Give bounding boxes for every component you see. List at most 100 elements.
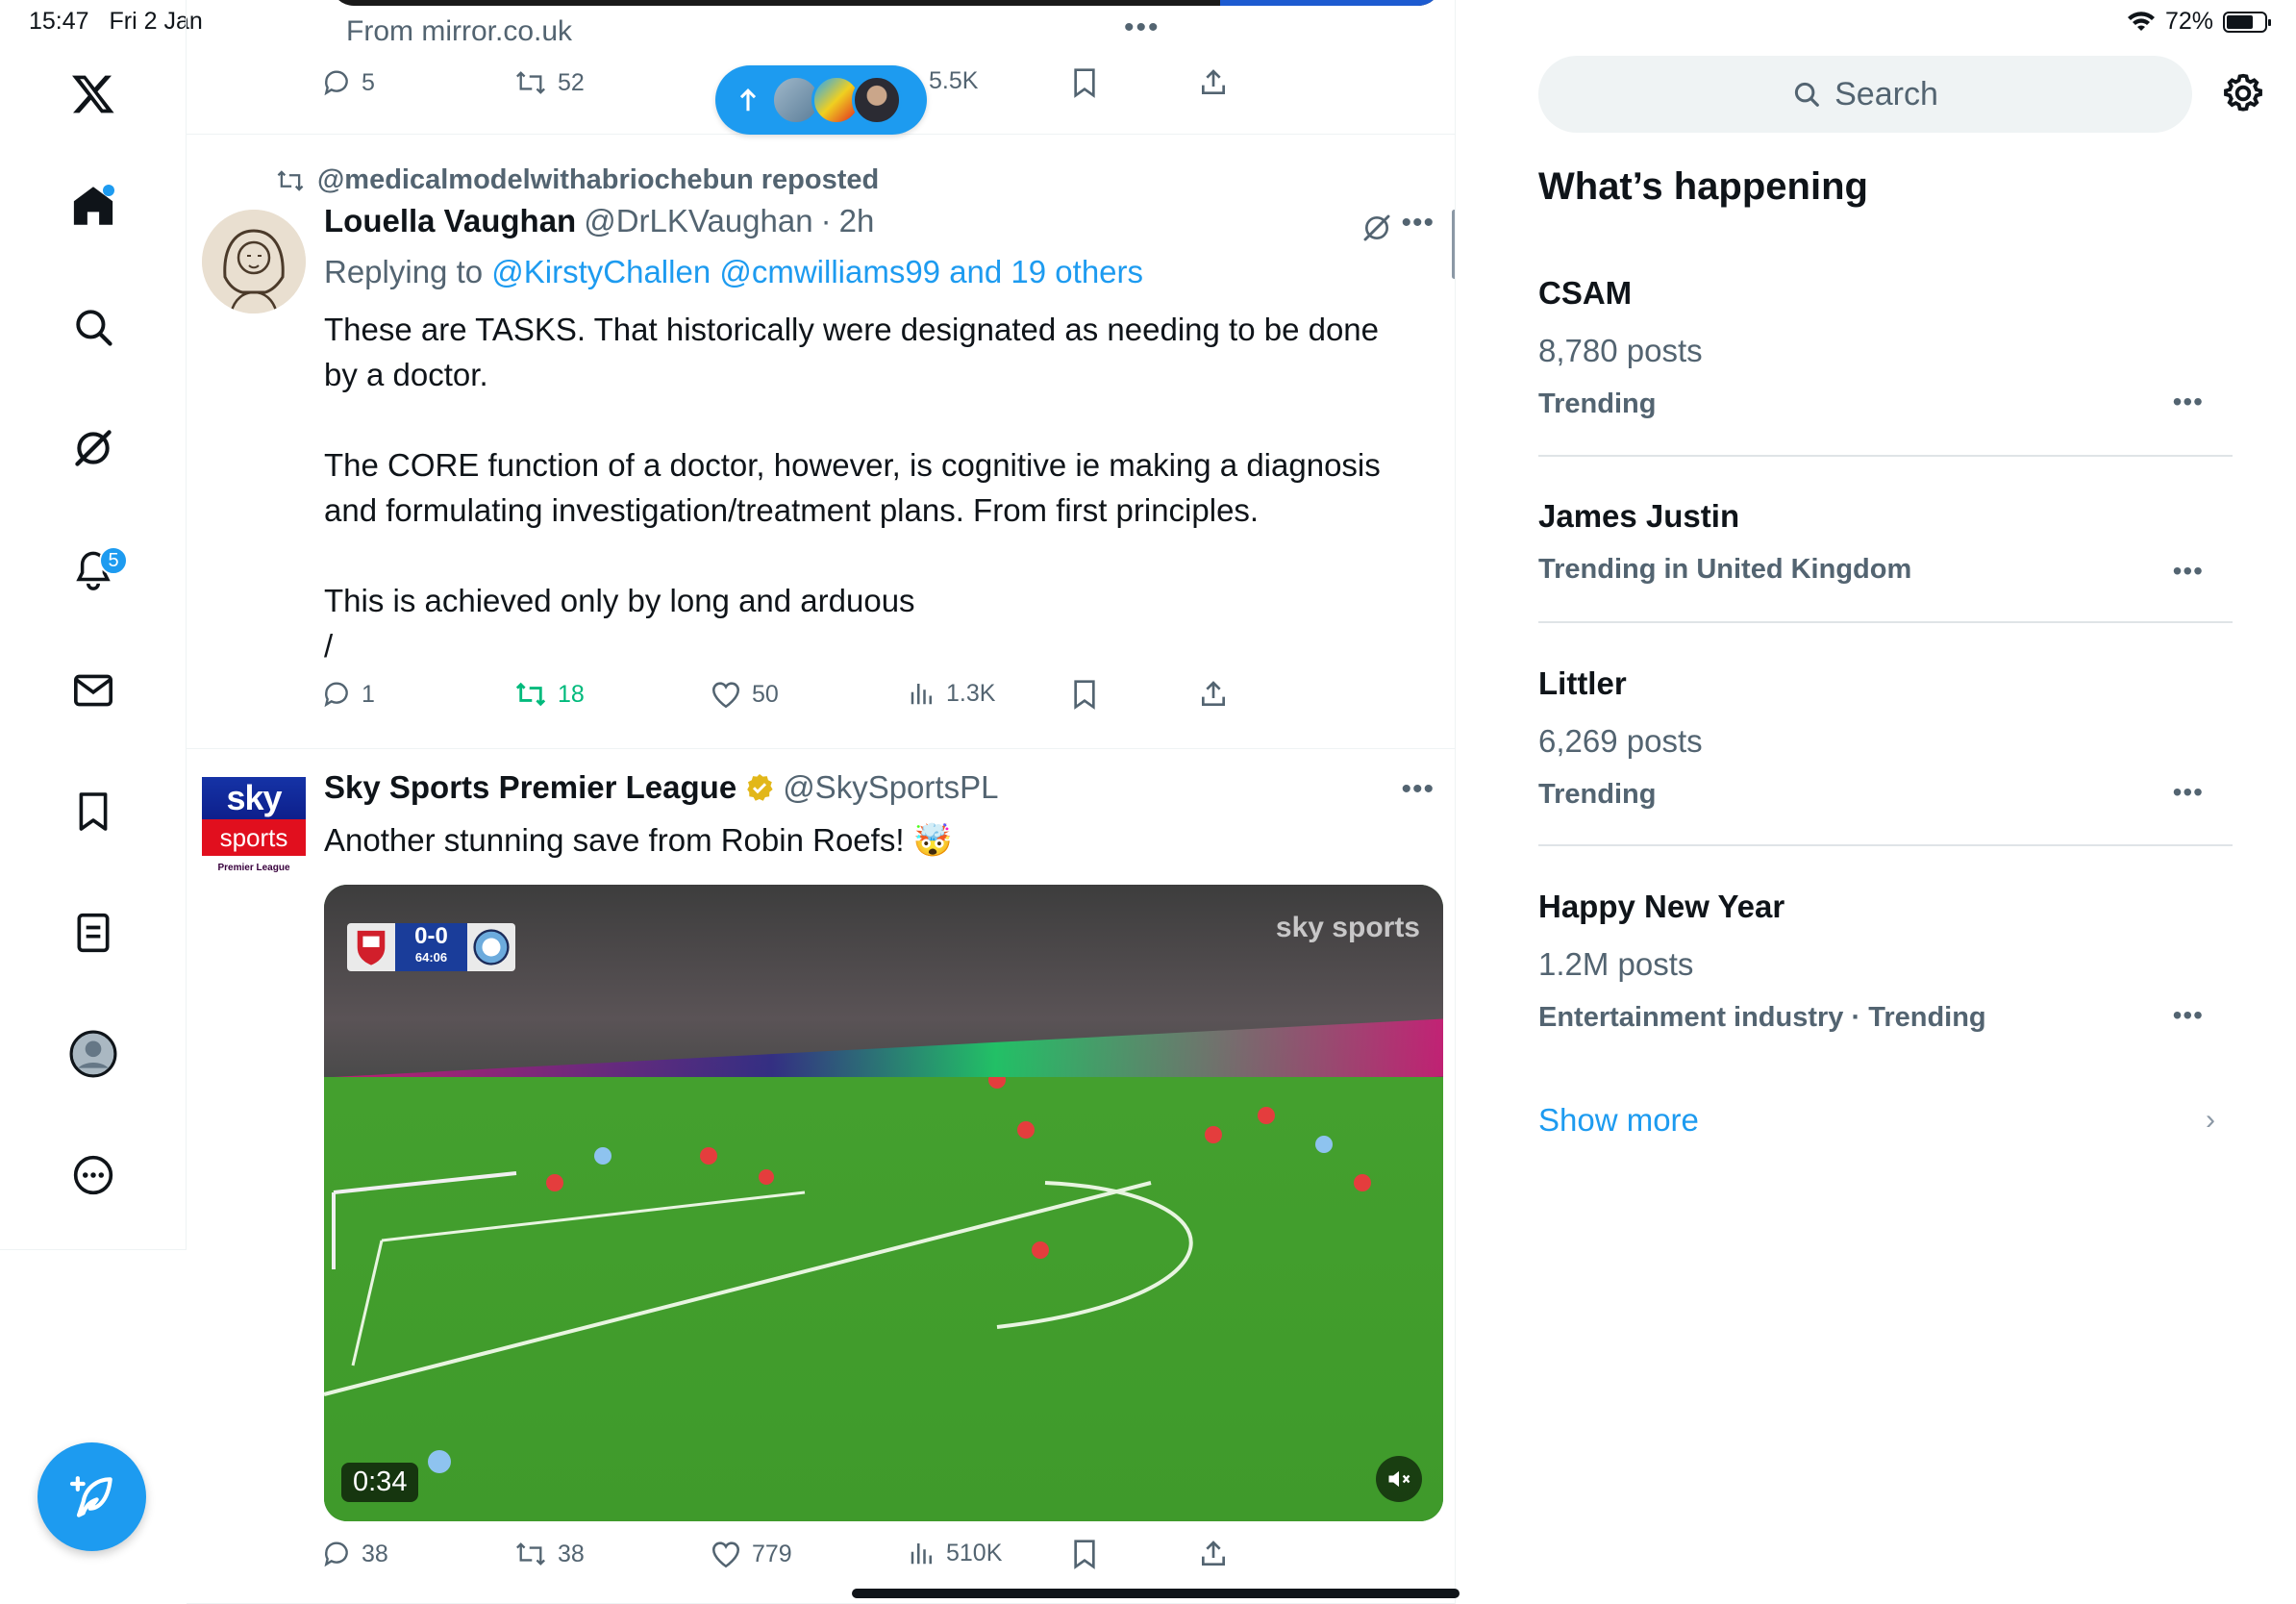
nav-profile[interactable] xyxy=(53,1014,134,1094)
previous-post-media-edge[interactable] xyxy=(331,0,1441,6)
overflow-dots-icon[interactable]: ••• xyxy=(2173,387,2204,417)
section-title: What’s happening xyxy=(1538,165,1868,208)
chevron-right-icon[interactable]: › xyxy=(2206,1104,2215,1137)
repost-icon xyxy=(515,682,546,707)
mute-icon[interactable] xyxy=(1376,1456,1422,1502)
overflow-dots-icon[interactable]: ••• xyxy=(1124,12,1160,44)
repost-button[interactable]: 18 xyxy=(513,679,585,710)
more-icon xyxy=(73,1155,113,1195)
reply-button[interactable]: 5 xyxy=(321,67,375,98)
reply-icon xyxy=(324,70,348,96)
search-input[interactable]: Search xyxy=(1538,56,2192,133)
display-name[interactable]: Sky Sports Premier League xyxy=(324,769,736,806)
link-source[interactable]: From mirror.co.uk xyxy=(346,15,572,48)
like-button[interactable]: 50 xyxy=(710,679,779,710)
replying-to-links[interactable]: @KirstyChallen @cmwilliams99 and 19 othe… xyxy=(491,254,1143,289)
overflow-dots-icon[interactable]: ••• xyxy=(1401,773,1435,806)
reply-button[interactable]: 1 xyxy=(321,679,375,710)
overflow-dots-icon[interactable]: ••• xyxy=(2173,777,2204,808)
like-button[interactable]: 779 xyxy=(710,1539,792,1569)
bookmark-icon xyxy=(1074,1540,1095,1569)
new-posts-pill[interactable] xyxy=(715,65,927,135)
nav-explore[interactable] xyxy=(53,287,134,367)
trend-item[interactable]: Happy New Year 1.2M posts Entertainment … xyxy=(1538,889,2233,1034)
bookmark-button[interactable] xyxy=(1071,67,1098,98)
repost-count: 18 xyxy=(558,680,585,708)
nav-notifications[interactable]: 5 xyxy=(53,529,134,610)
trend-name: James Justin xyxy=(1538,498,1740,534)
left-navigation: 5 xyxy=(0,0,187,1250)
share-button[interactable] xyxy=(1198,679,1229,710)
sky-logo-text: sky xyxy=(202,777,306,819)
video-scoreboard: 0-0 64:06 xyxy=(347,923,515,971)
share-button[interactable] xyxy=(1198,1539,1229,1569)
overflow-dots-icon[interactable]: ••• xyxy=(1401,207,1435,239)
nav-messages[interactable] xyxy=(53,650,134,731)
compose-post-button[interactable] xyxy=(37,1442,146,1551)
video-duration: 0:34 xyxy=(341,1463,419,1502)
x-logo-icon[interactable] xyxy=(53,54,134,135)
grok-icon[interactable] xyxy=(1361,213,1392,243)
video-player[interactable]: 0-0 64:06 sky sports 0:34 xyxy=(324,885,1443,1521)
show-more-link[interactable]: Show more xyxy=(1538,1102,1699,1139)
display-name[interactable]: Louella Vaughan xyxy=(324,203,576,239)
handle[interactable]: @DrLKVaughan xyxy=(584,203,812,239)
mail-icon xyxy=(74,674,112,707)
avatar[interactable]: sky sports Premier League xyxy=(202,777,306,881)
views-count: 5.5K xyxy=(929,67,979,94)
video-score: 0-0 xyxy=(414,923,448,949)
heart-icon xyxy=(711,682,740,709)
post-louella-vaughan[interactable]: @medicalmodelwithabriochebun reposted Lo… xyxy=(187,136,1455,749)
video-pitch xyxy=(324,1077,1443,1521)
overflow-dots-icon[interactable]: ••• xyxy=(2173,556,2204,587)
pill-avatar xyxy=(852,75,902,125)
trend-item[interactable]: CSAM 8,780 posts Trending ••• xyxy=(1538,275,2233,420)
verified-gold-icon[interactable] xyxy=(744,772,775,803)
trend-item[interactable]: James Justin Trending in United Kingdom … xyxy=(1538,498,2233,586)
views-button[interactable]: 510K xyxy=(908,1539,1002,1567)
grok-icon xyxy=(75,430,112,466)
avatar[interactable] xyxy=(202,210,306,313)
premier-league-logo-text: Premier League xyxy=(217,863,290,873)
handle[interactable]: @SkySportsPL xyxy=(783,769,998,806)
repost-count: 38 xyxy=(558,1540,585,1567)
search-placeholder: Search xyxy=(1834,75,1938,113)
trend-context: Trending in United Kingdom xyxy=(1538,554,1912,585)
repost-icon xyxy=(516,1542,545,1566)
like-count: 779 xyxy=(752,1540,792,1567)
status-indicators: 72% xyxy=(2127,8,2271,36)
repost-context-text[interactable]: @medicalmodelwithabriochebun reposted xyxy=(317,164,879,196)
trend-name: Littler xyxy=(1538,665,1627,701)
share-button[interactable] xyxy=(1198,67,1229,98)
nav-bookmarks[interactable] xyxy=(53,771,134,852)
trend-item[interactable]: Littler 6,269 posts Trending ••• xyxy=(1538,665,2233,811)
post-sky-sports-pl[interactable]: sky sports Premier League Sky Sports Pre… xyxy=(187,750,1455,1604)
gear-icon[interactable] xyxy=(2221,71,2269,119)
home-unread-dot xyxy=(103,185,114,196)
search-icon xyxy=(1795,82,1819,107)
heart-icon xyxy=(711,1541,740,1568)
trend-context: Entertainment industry · Trending xyxy=(1538,1002,1986,1033)
overflow-dots-icon[interactable]: ••• xyxy=(2173,1000,2204,1031)
timestamp[interactable]: 2h xyxy=(839,203,875,239)
arrow-up-icon xyxy=(739,88,757,112)
nav-home[interactable] xyxy=(53,165,134,246)
repost-button[interactable]: 52 xyxy=(513,67,585,98)
reply-button[interactable]: 38 xyxy=(321,1539,388,1569)
divider xyxy=(1538,621,2233,623)
views-button[interactable]: 1.3K xyxy=(908,679,995,708)
trend-context: Trending xyxy=(1538,388,1657,419)
nav-more[interactable] xyxy=(53,1135,134,1216)
video-clock: 64:06 xyxy=(414,950,448,965)
timeline-scrollbar[interactable] xyxy=(1452,210,1455,279)
nav-lists[interactable] xyxy=(53,892,134,973)
bookmark-button[interactable] xyxy=(1071,1539,1098,1569)
repost-button[interactable]: 38 xyxy=(513,1539,585,1569)
notifications-badge: 5 xyxy=(99,546,128,575)
bookmark-button[interactable] xyxy=(1071,679,1098,710)
nav-grok[interactable] xyxy=(53,408,134,489)
post-actions: 1 18 50 1.3K xyxy=(321,679,1455,717)
post-header: Louella Vaughan @DrLKVaughan · 2h xyxy=(324,203,874,239)
bookmark-icon xyxy=(79,792,108,831)
views-icon xyxy=(911,684,932,705)
